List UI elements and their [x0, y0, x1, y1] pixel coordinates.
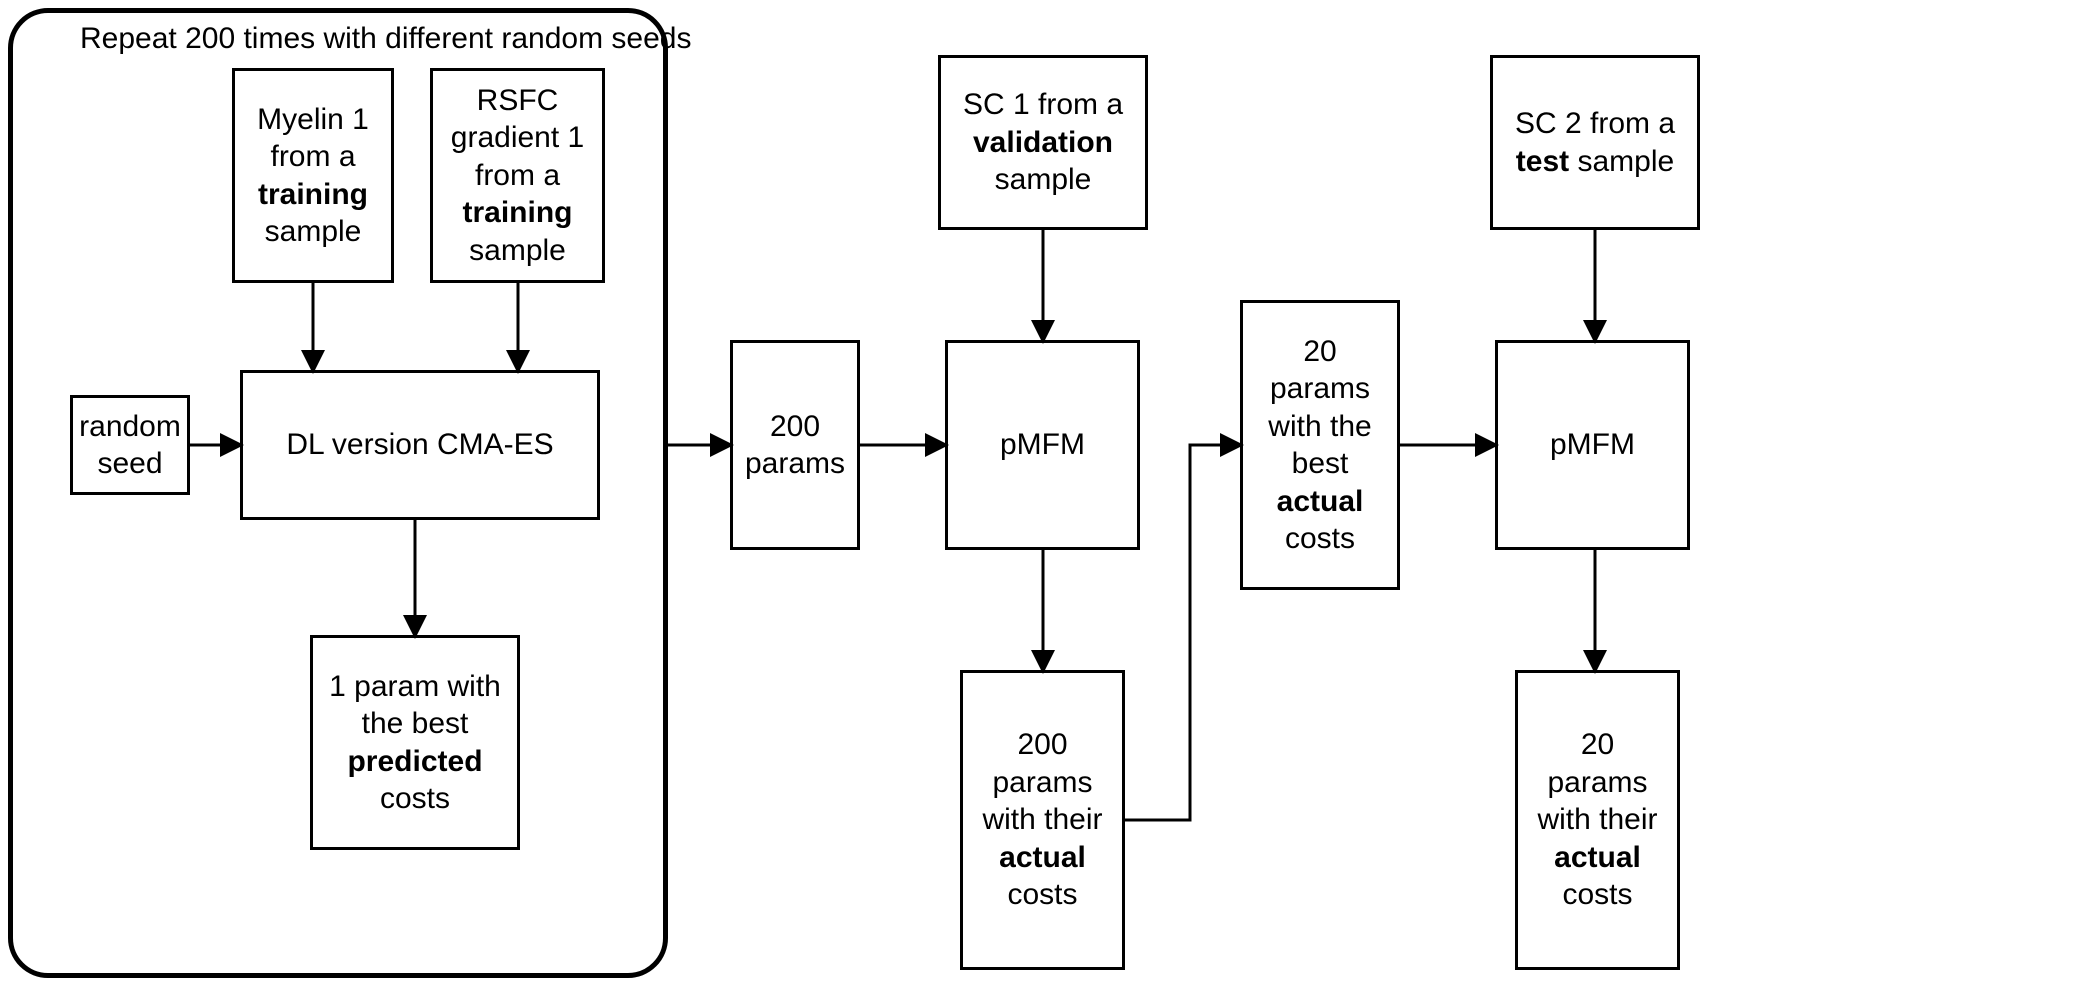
p200out-box: 200 params with their actual costs [960, 670, 1125, 970]
oneparam-box: 1 param with the best predicted costs [310, 635, 520, 850]
pmfm1-text: pMFM [1000, 426, 1085, 464]
cmaes-text: DL version CMA-ES [286, 426, 553, 464]
rsfc-text: RSFC gradient 1 from a training sample [443, 82, 592, 270]
oneparam-text: 1 param with the best predicted costs [323, 668, 507, 818]
p20out-text: 20 params with their actual costs [1528, 726, 1667, 914]
sc1-box: SC 1 from a validation sample [938, 55, 1148, 230]
random-seed-box: random seed [70, 395, 190, 495]
p20out-box: 20 params with their actual costs [1515, 670, 1680, 970]
pmfm2-text: pMFM [1550, 426, 1635, 464]
pmfm2-box: pMFM [1495, 340, 1690, 550]
repeat-group-title: Repeat 200 times with different random s… [80, 22, 691, 56]
sc1-text: SC 1 from a validation sample [951, 86, 1135, 199]
p20-box: 20 params with the best actual costs [1240, 300, 1400, 590]
diagram-canvas: Repeat 200 times with different random s… [0, 0, 2091, 996]
sc2-text: SC 2 from a test sample [1503, 105, 1687, 180]
p200out-text: 200 params with their actual costs [973, 726, 1112, 914]
pmfm1-box: pMFM [945, 340, 1140, 550]
myelin-text: Myelin 1 from a training sample [245, 101, 381, 251]
p200-box: 200 params [730, 340, 860, 550]
rsfc-box: RSFC gradient 1 from a training sample [430, 68, 605, 283]
sc2-box: SC 2 from a test sample [1490, 55, 1700, 230]
p200-text: 200 params [743, 408, 847, 483]
myelin-box: Myelin 1 from a training sample [232, 68, 394, 283]
p20-text: 20 params with the best actual costs [1253, 333, 1387, 558]
cmaes-box: DL version CMA-ES [240, 370, 600, 520]
random-seed-text: random seed [79, 408, 181, 483]
repeat-group-title-text: Repeat 200 times with different random s… [80, 22, 691, 55]
